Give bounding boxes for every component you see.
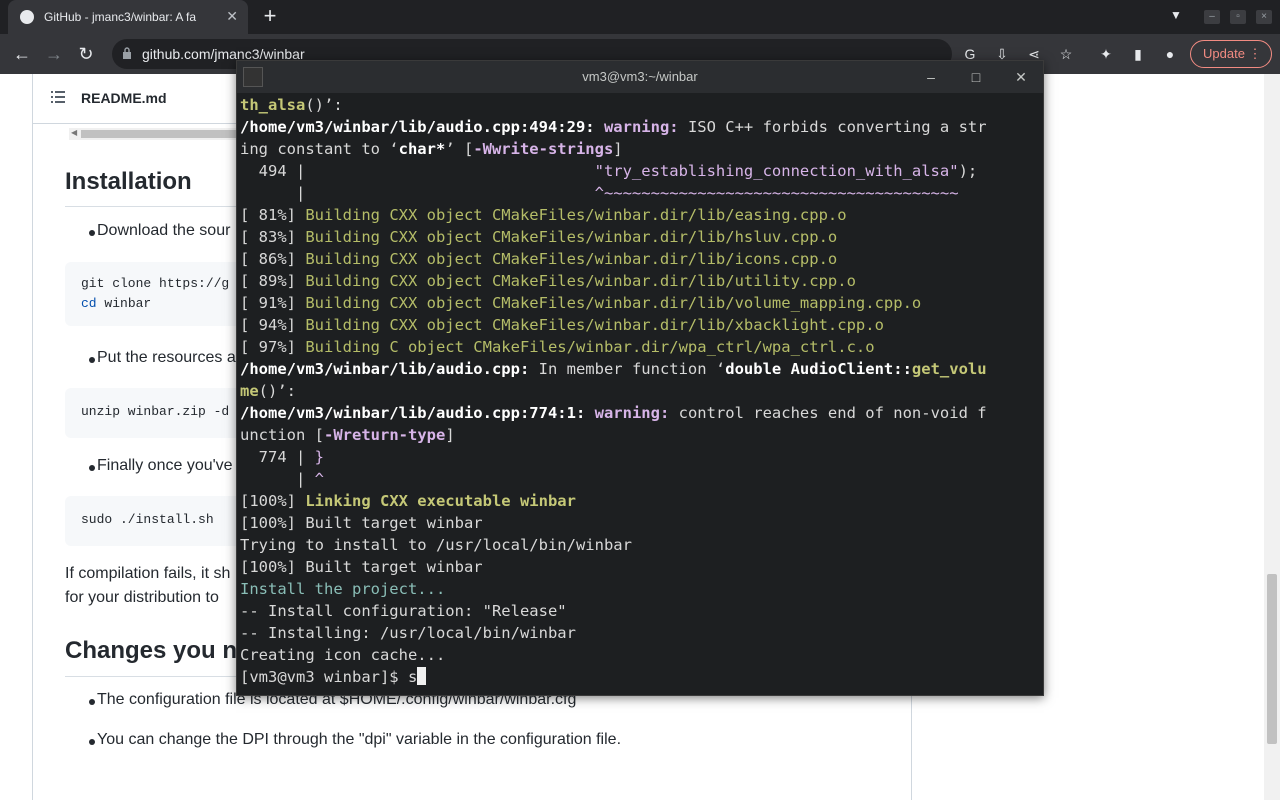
close-window-button[interactable]: × xyxy=(1256,10,1272,24)
bookmark-star-icon[interactable]: ☆ xyxy=(1056,44,1076,64)
browser-tab[interactable]: GitHub - jmanc3/winbar: A fa ✕ xyxy=(8,0,248,34)
minimize-window-button[interactable]: – xyxy=(1204,10,1220,24)
compile-note: for your distribution to xyxy=(65,589,219,606)
compile-note: If compilation fails, it sh xyxy=(65,565,231,582)
code-line: cd winbar xyxy=(81,296,151,311)
github-icon xyxy=(20,10,34,24)
update-button[interactable]: Update ⋮ xyxy=(1190,40,1272,68)
terminal-prompt: [vm3@vm3 winbar]$ xyxy=(240,668,408,686)
installation-heading: Installation xyxy=(65,168,192,195)
code-line: sudo ./install.sh xyxy=(81,512,214,527)
terminal-close-button[interactable]: ✕ xyxy=(1011,67,1031,87)
bullet xyxy=(89,465,95,471)
bullet xyxy=(89,230,95,236)
list-item: Put the resources a xyxy=(97,349,236,366)
list-item: You can change the DPI through the "dpi"… xyxy=(97,731,622,748)
extensions-puzzle-icon[interactable]: ✦ xyxy=(1096,44,1116,64)
terminal-cursor xyxy=(417,667,427,685)
bullet xyxy=(89,739,95,745)
terminal-maximize-button[interactable]: □ xyxy=(966,67,986,87)
back-arrow-icon[interactable]: ← xyxy=(10,42,34,66)
side-panel-icon[interactable]: ▮ xyxy=(1128,44,1148,64)
bullet xyxy=(89,699,95,705)
list-icon[interactable] xyxy=(51,91,65,103)
terminal-input[interactable]: s xyxy=(408,668,417,686)
page-vertical-scrollbar[interactable] xyxy=(1264,74,1280,800)
tab-title: GitHub - jmanc3/winbar: A fa xyxy=(44,10,197,24)
terminal-window[interactable]: vm3@vm3:~/winbar – □ ✕ th_alsa()’: /home… xyxy=(236,60,1044,696)
forward-arrow-icon[interactable]: → xyxy=(42,42,66,66)
terminal-minimize-button[interactable]: – xyxy=(921,67,941,87)
readme-file-name: README.md xyxy=(81,90,167,106)
code-text: winbar xyxy=(96,296,152,311)
profile-avatar-icon[interactable]: ● xyxy=(1160,44,1180,64)
list-item: Download the sour xyxy=(97,222,231,239)
update-label: Update xyxy=(1203,46,1245,61)
code-keyword: cd xyxy=(81,296,97,311)
changes-heading: Changes you n xyxy=(65,637,238,664)
maximize-window-button[interactable]: ▫ xyxy=(1230,10,1246,24)
scrollbar-thumb[interactable] xyxy=(1267,574,1277,744)
close-tab-icon[interactable]: ✕ xyxy=(226,8,238,25)
lock-icon xyxy=(123,47,131,59)
browser-tab-strip: GitHub - jmanc3/winbar: A fa ✕ + ▼ – ▫ × xyxy=(0,0,1280,34)
scroll-left-icon[interactable]: ◀ xyxy=(71,128,77,137)
tab-search-chevron-icon[interactable]: ▼ xyxy=(1170,8,1182,22)
list-item: Finally once you've xyxy=(97,457,233,474)
bullet xyxy=(89,357,95,363)
code-line: unzip winbar.zip -d xyxy=(81,404,230,419)
new-tab-button[interactable]: + xyxy=(258,4,282,28)
code-line: git clone https://g xyxy=(81,276,230,291)
terminal-output[interactable]: th_alsa()’: /home/vm3/winbar/lib/audio.c… xyxy=(240,94,1044,694)
reload-icon[interactable]: ↻ xyxy=(74,42,98,66)
terminal-titlebar[interactable]: vm3@vm3:~/winbar – □ ✕ xyxy=(237,61,1043,93)
